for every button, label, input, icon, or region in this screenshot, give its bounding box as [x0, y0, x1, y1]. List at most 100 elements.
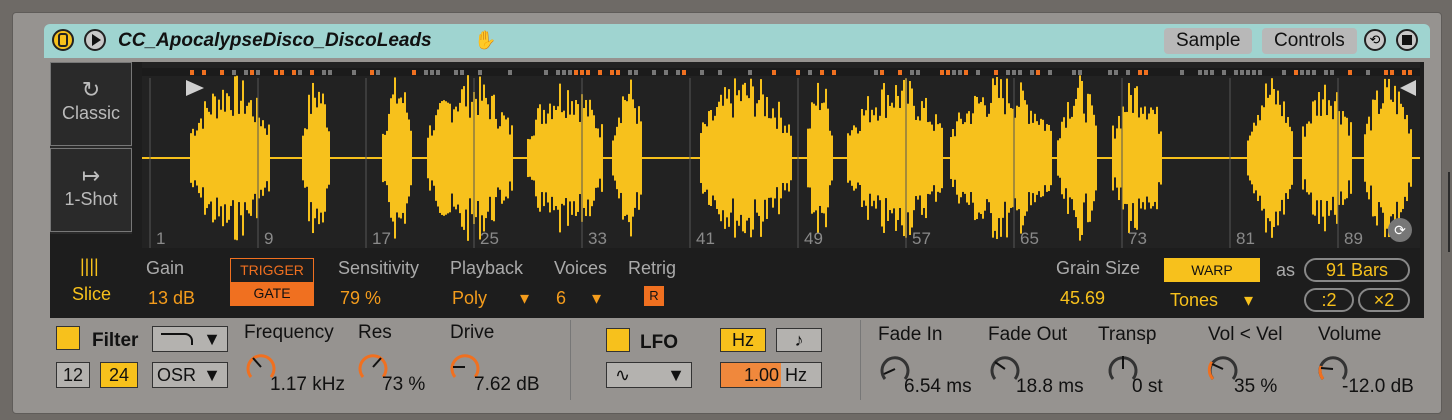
- sensitivity-label: Sensitivity: [338, 258, 420, 278]
- warp-button[interactable]: WARP: [1164, 258, 1260, 282]
- filter-label: Filter: [92, 330, 139, 351]
- drive-label: Drive: [450, 322, 495, 343]
- bar-marker-label: 1: [156, 229, 165, 248]
- hot-swap-button[interactable]: ⟲: [1364, 29, 1386, 51]
- hand-icon[interactable]: ✋: [474, 30, 496, 51]
- transient-mark: [880, 70, 884, 75]
- transient-mark: [454, 70, 458, 75]
- voices-value[interactable]: 6: [556, 288, 566, 309]
- sample-controls: |||| Slice Gain 13 dB TRIGGER GATE Sensi…: [50, 248, 1424, 318]
- trigger-option[interactable]: TRIGGER: [231, 259, 313, 282]
- filter-type-select[interactable]: OSR ▼: [152, 362, 228, 388]
- transient-mark: [1108, 70, 1112, 75]
- transient-mark: [412, 70, 416, 75]
- loop-icon: ↻: [81, 77, 101, 102]
- fade-out-label: Fade Out: [988, 324, 1068, 345]
- slope-24-button[interactable]: 24: [100, 362, 138, 388]
- half-length-button[interactable]: :2: [1304, 288, 1354, 312]
- sensitivity-value[interactable]: 79 %: [340, 288, 381, 309]
- slice-mode-button[interactable]: Slice: [72, 284, 111, 305]
- warp-mode-value[interactable]: Tones: [1170, 290, 1218, 311]
- playback-dropdown-icon[interactable]: ▾: [520, 288, 529, 309]
- lfo-rate-value: 1.00: [721, 363, 781, 387]
- lfo-label: LFO: [640, 332, 678, 353]
- length-field[interactable]: 91 Bars: [1304, 258, 1410, 282]
- lfo-rate-field[interactable]: 1.00 Hz: [720, 362, 822, 388]
- lfo-hz-button[interactable]: Hz: [720, 328, 766, 352]
- transp-value: 0 st: [1132, 376, 1163, 397]
- transient-mark: [274, 70, 278, 75]
- tab-sample[interactable]: Sample: [1164, 28, 1253, 54]
- transient-mark: [1252, 70, 1256, 75]
- save-preset-button[interactable]: [1396, 29, 1418, 51]
- transient-mark: [1408, 70, 1412, 75]
- transient-mark: [1138, 70, 1142, 75]
- lfo-sync-button[interactable]: ♪: [776, 328, 822, 352]
- waveform-area[interactable]: 1 9 17 25 33 41 49 57 65 73 81 89 ⟳: [142, 62, 1420, 248]
- transient-mark: [1384, 70, 1388, 75]
- follow-toggle[interactable]: ⟳: [1388, 218, 1412, 242]
- transient-mark: [796, 70, 800, 75]
- mode-classic[interactable]: ↻ Classic: [50, 62, 132, 146]
- slope-12-button[interactable]: 12: [56, 362, 90, 388]
- transient-mark: [610, 70, 614, 75]
- gate-option[interactable]: GATE: [231, 282, 313, 305]
- transient-mark: [460, 70, 464, 75]
- mode-one-shot[interactable]: ↦ 1-Shot: [50, 148, 132, 232]
- filter-lfo-envelope-panel: Filter ▼ 12 24 OSR ▼ Frequency 1.17 kHz …: [50, 320, 1424, 404]
- transient-mark: [280, 70, 284, 75]
- tab-controls[interactable]: Controls: [1262, 28, 1357, 54]
- bar-marker-label: 33: [588, 229, 607, 248]
- fade-out-value: 18.8 ms: [1016, 376, 1084, 397]
- retrig-button[interactable]: R: [644, 286, 664, 306]
- waveform[interactable]: 1 9 17 25 33 41 49 57 65 73 81 89: [142, 62, 1420, 248]
- transient-mark: [1030, 70, 1034, 75]
- transient-mark: [598, 70, 602, 75]
- transient-mark: [718, 70, 722, 75]
- voices-dropdown-icon[interactable]: ▾: [592, 288, 601, 309]
- double-length-button[interactable]: ×2: [1358, 288, 1410, 312]
- trigger-gate-toggle[interactable]: TRIGGER GATE: [230, 258, 314, 306]
- res-value: 73 %: [382, 374, 426, 395]
- preview-play-button[interactable]: [84, 29, 106, 51]
- bar-marker-label: 89: [1344, 229, 1363, 248]
- transient-mark: [910, 70, 914, 75]
- retrig-label: Retrig: [628, 258, 677, 278]
- transient-mark: [220, 70, 224, 75]
- frequency-label: Frequency: [244, 322, 334, 343]
- transient-mark: [676, 70, 680, 75]
- transient-mark: [478, 70, 482, 75]
- gain-label: Gain: [146, 258, 185, 278]
- bar-marker-label: 73: [1128, 229, 1147, 248]
- vol-vel-value: 35 %: [1234, 376, 1278, 397]
- chevron-down-icon: ▼: [203, 329, 221, 349]
- transient-mark: [244, 70, 248, 75]
- filter-toggle[interactable]: [56, 326, 80, 350]
- warp-mode-dropdown-icon[interactable]: ▾: [1244, 290, 1253, 311]
- lfo-toggle[interactable]: [606, 328, 630, 352]
- slice-icon[interactable]: ||||: [80, 256, 99, 277]
- voices-label: Voices: [554, 258, 608, 278]
- volume-value: -12.0 dB: [1342, 376, 1414, 397]
- device-on-toggle[interactable]: [52, 29, 74, 51]
- vol-vel-label: Vol < Vel: [1208, 324, 1283, 345]
- transient-mark: [898, 70, 902, 75]
- lfo-waveform-select[interactable]: ∿ ▼: [606, 362, 692, 388]
- transient-mark: [820, 70, 824, 75]
- transient-mark: [1144, 70, 1148, 75]
- sine-wave-icon: ∿: [615, 365, 631, 385]
- transient-mark: [190, 70, 194, 75]
- playback-mode-selector: ↻ Classic ↦ 1-Shot: [50, 62, 132, 234]
- transient-mark: [292, 70, 296, 75]
- chevron-down-icon: ▼: [203, 365, 221, 385]
- gain-value[interactable]: 13 dB: [148, 288, 195, 309]
- playback-value[interactable]: Poly: [452, 288, 487, 309]
- filter-shape-select[interactable]: ▼: [152, 326, 228, 352]
- bar-marker-label: 57: [912, 229, 931, 248]
- transient-mark: [1006, 70, 1010, 75]
- grain-size-value[interactable]: 45.69: [1060, 288, 1105, 309]
- transient-mark: [310, 70, 314, 75]
- transient-mark: [748, 70, 752, 75]
- transient-mark: [370, 70, 374, 75]
- transient-mark: [424, 70, 428, 75]
